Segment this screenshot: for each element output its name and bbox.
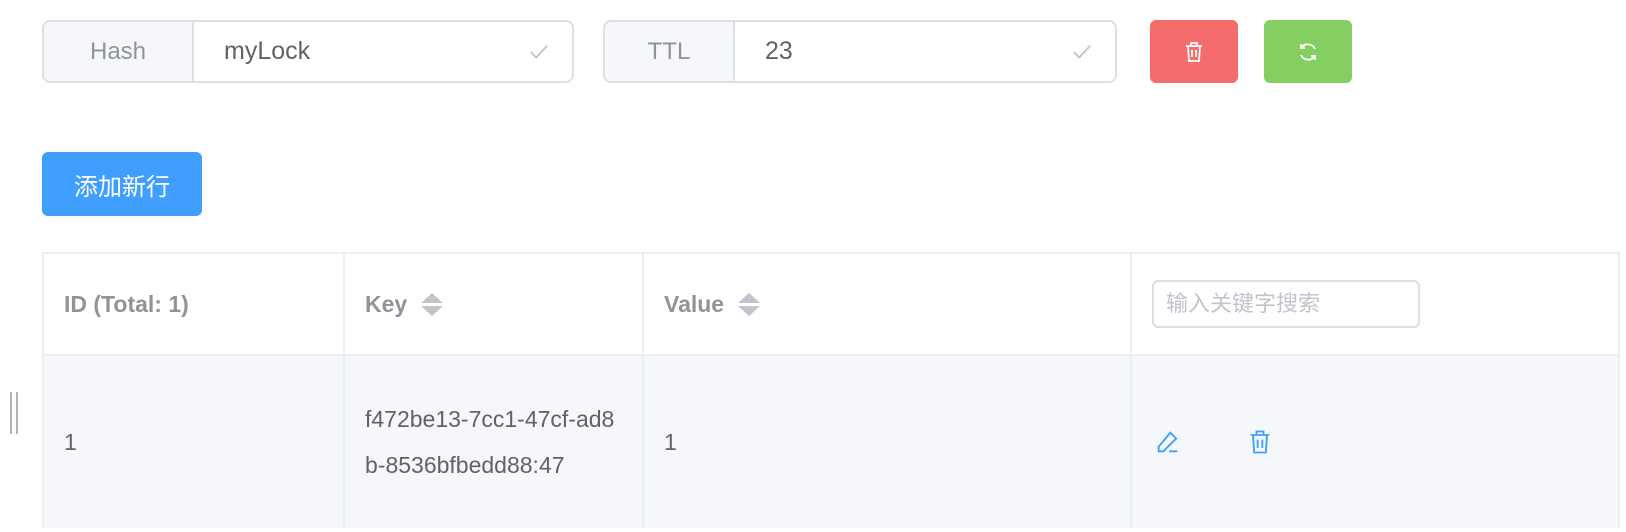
hash-input-group: Hash myLock	[42, 20, 574, 83]
table-header: ID (Total: 1) Key Value	[44, 254, 1618, 356]
add-row-button[interactable]: 添加新行	[42, 152, 202, 216]
delete-row-icon[interactable]	[1246, 428, 1274, 456]
check-icon	[530, 44, 548, 59]
hash-value[interactable]: myLock	[224, 37, 310, 66]
refresh-icon	[1300, 42, 1316, 61]
data-table: ID (Total: 1) Key Value 1 f472be13-7cc1-…	[42, 252, 1620, 528]
search-input[interactable]	[1152, 280, 1420, 328]
column-header-value[interactable]: Value	[644, 254, 1132, 354]
sort-caret-icon[interactable]	[738, 292, 761, 316]
row-value: 1	[664, 428, 677, 455]
check-icon	[1073, 44, 1091, 59]
column-label: Key	[365, 290, 408, 317]
row-value-cell: 1	[644, 356, 1132, 528]
column-label: Value	[664, 290, 725, 317]
row-id: 1	[64, 428, 77, 455]
edit-icon[interactable]	[1154, 428, 1182, 456]
hash-input[interactable]: myLock	[194, 22, 572, 81]
column-header-id: ID (Total: 1)	[44, 254, 345, 354]
ttl-input[interactable]: 23	[735, 22, 1115, 81]
column-label: ID (Total: 1)	[64, 290, 189, 317]
row-id-cell: 1	[44, 356, 345, 528]
resize-handle[interactable]	[10, 392, 18, 434]
ttl-input-group: TTL 23	[603, 20, 1117, 83]
refresh-button[interactable]	[1264, 20, 1352, 83]
row-key: f472be13-7cc1-47cf-ad8b-8536bfbedd88:47	[365, 406, 615, 478]
hash-label: Hash	[44, 22, 194, 81]
delete-key-button[interactable]	[1150, 20, 1238, 83]
table-row: 1 f472be13-7cc1-47cf-ad8b-8536bfbedd88:4…	[44, 356, 1618, 528]
sort-caret-icon[interactable]	[421, 292, 444, 316]
column-header-search	[1132, 254, 1618, 354]
trash-icon	[1186, 41, 1202, 62]
column-header-key[interactable]: Key	[345, 254, 644, 354]
ttl-label: TTL	[605, 22, 735, 81]
ttl-value[interactable]: 23	[765, 37, 793, 66]
row-key-cell: f472be13-7cc1-47cf-ad8b-8536bfbedd88:47	[345, 356, 644, 528]
row-actions	[1132, 356, 1618, 528]
